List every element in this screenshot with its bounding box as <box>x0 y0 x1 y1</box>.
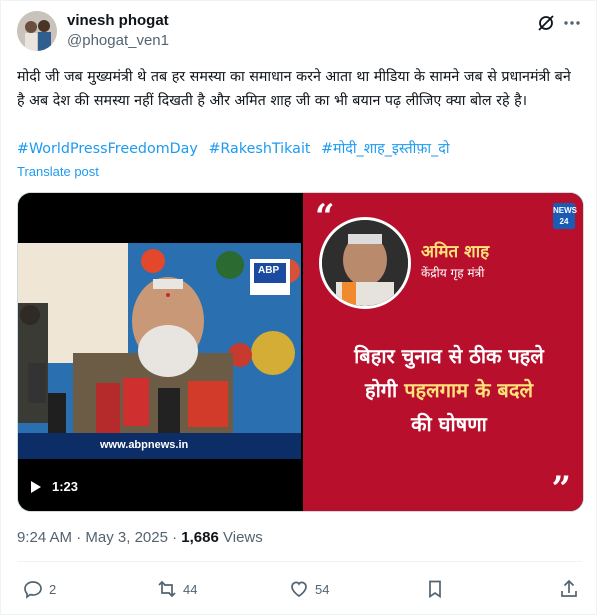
post-time[interactable]: 9:24 AM <box>17 529 72 546</box>
repost-button[interactable]: 44 <box>157 579 197 599</box>
post-meta: 9:24 AM · May 3, 2025 · 1,686 Views <box>17 529 263 546</box>
media-attachment[interactable]: ABP www.abpnews.in 1:23 “ NEWS 24 अमित श… <box>17 192 584 512</box>
repost-count: 44 <box>183 581 198 597</box>
video-controls[interactable]: 1:23 <box>28 479 78 494</box>
video-thumbnail[interactable]: ABP www.abpnews.in <box>18 243 301 459</box>
divider <box>17 561 582 562</box>
headline-highlight: पहलगाम के बदले <box>404 378 534 402</box>
author-names: vinesh phogat @phogat_ven1 <box>67 12 169 51</box>
close-quote-icon: ” <box>551 469 571 509</box>
headline-line: बिहार चुनाव से ठीक पहले <box>354 344 544 368</box>
post-card: vinesh phogat @phogat_ven1 मोदी जी जब मु… <box>0 0 597 615</box>
share-button[interactable] <box>559 579 579 599</box>
action-bar: 2 44 54 <box>17 579 582 605</box>
share-icon <box>561 579 577 597</box>
grok-icon[interactable] <box>536 13 556 33</box>
more-options-icon[interactable] <box>562 13 582 33</box>
handle[interactable]: @phogat_ven1 <box>67 31 169 51</box>
repost-icon <box>158 580 176 598</box>
news-card-image[interactable]: “ NEWS 24 अमित शाह केंद्रीय गृह मंत्री ब… <box>303 193 583 511</box>
news24-logo: NEWS 24 <box>553 203 577 229</box>
reply-count: 2 <box>49 581 57 597</box>
video-duration: 1:23 <box>52 479 79 494</box>
video-watermark: www.abpnews.in <box>100 439 189 451</box>
post-header: vinesh phogat @phogat_ven1 <box>17 9 582 55</box>
post-date[interactable]: May 3, 2025 <box>85 529 168 546</box>
like-button[interactable]: 54 <box>289 579 329 599</box>
video-player[interactable]: ABP www.abpnews.in 1:23 <box>18 193 301 511</box>
meta-separator: · <box>172 529 182 546</box>
speaker-portrait <box>319 217 411 309</box>
bookmark-icon <box>429 580 441 599</box>
speaker-title: केंद्रीय गृह मंत्री <box>421 266 485 280</box>
hashtag-link[interactable]: #RakeshTikait <box>208 141 310 157</box>
headline-line: होगी पहलगाम के बदले <box>319 373 579 407</box>
translate-post-link[interactable]: Translate post <box>17 164 99 179</box>
reply-button[interactable]: 2 <box>23 579 56 599</box>
headline-line: की घोषणा <box>411 412 487 436</box>
headline-text: होगी <box>364 378 398 402</box>
play-icon[interactable] <box>28 480 42 494</box>
bookmark-button[interactable] <box>425 579 445 599</box>
hashtag-link[interactable]: #मोदी_शाह_इस्तीफ़ा_दो <box>321 141 449 157</box>
card-headline: बिहार चुनाव से ठीक पहले होगी पहलगाम के ब… <box>319 339 579 441</box>
views-label: Views <box>223 529 263 546</box>
speaker-name: अमित शाह <box>421 242 490 262</box>
channel-logo: ABP <box>258 265 280 276</box>
views-count: 1,686 <box>181 529 219 546</box>
hashtag-link[interactable]: #WorldPressFreedomDay <box>17 141 198 157</box>
like-count: 54 <box>315 581 330 597</box>
reply-icon <box>24 581 42 599</box>
hashtag-list: #WorldPressFreedomDay #RakeshTikait #मोद… <box>17 137 582 161</box>
avatar[interactable] <box>17 11 57 51</box>
meta-separator: · <box>76 529 86 546</box>
heart-icon <box>291 581 307 598</box>
display-name[interactable]: vinesh phogat <box>67 12 169 30</box>
post-text: मोदी जी जब मुख्यमंत्री थे तब हर समस्या क… <box>17 69 571 109</box>
